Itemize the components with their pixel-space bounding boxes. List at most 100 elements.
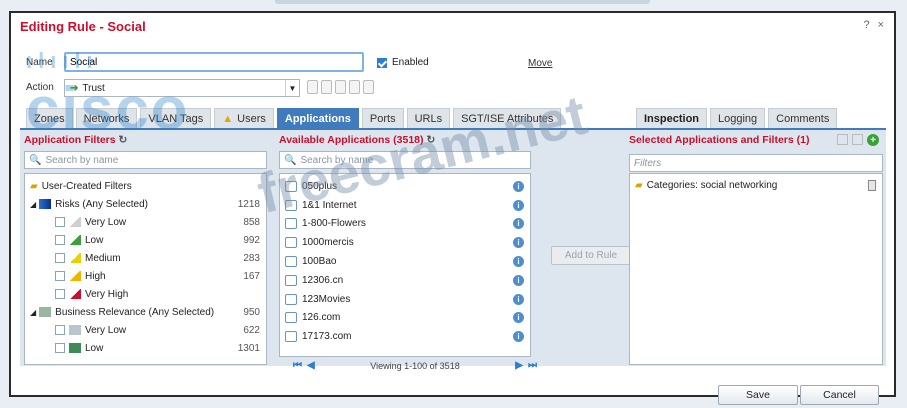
list-item[interactable]: 1000mercis i	[280, 233, 530, 252]
list-item[interactable]: ◢ Business Relevance (Any Selected) 950	[25, 303, 266, 321]
list-item[interactable]: Very High	[25, 285, 266, 303]
list-item[interactable]: Very Low 622	[25, 321, 266, 339]
info-icon[interactable]: i	[513, 218, 524, 230]
info-icon[interactable]: i	[513, 274, 524, 286]
trash-icon[interactable]	[868, 179, 876, 191]
list-item[interactable]: Medium 283	[25, 249, 266, 267]
info-icon[interactable]: i	[513, 331, 524, 343]
info-icon[interactable]: i	[513, 256, 524, 268]
add-to-rule-button[interactable]: Add to Rule	[551, 246, 631, 265]
tab-zones[interactable]: Zones	[26, 108, 73, 128]
next-page-icon[interactable]: ▶	[515, 360, 523, 371]
info-icon[interactable]: i	[513, 199, 524, 211]
refresh-icon[interactable]: ↻	[426, 134, 435, 146]
filter-label: High	[85, 270, 106, 282]
close-icon[interactable]: ×	[878, 19, 884, 31]
filters-list: ▰ User-Created Filters ◢ Risks (Any Select…	[24, 173, 267, 365]
checkbox[interactable]	[55, 235, 65, 245]
app-name: 1-800-Flowers	[302, 218, 366, 230]
checkbox[interactable]	[55, 343, 65, 353]
chevron-down-icon[interactable]: ▼	[285, 80, 299, 96]
list-item[interactable]: Very Low 858	[25, 213, 266, 231]
enabled-label: Enabled	[392, 57, 429, 68]
first-page-icon[interactable]: ⏮	[293, 360, 302, 371]
add-icon[interactable]: +	[867, 134, 879, 146]
file-icon[interactable]	[335, 80, 346, 94]
tab-applications[interactable]: Applications	[276, 108, 359, 128]
tab-label: Applications	[284, 112, 351, 125]
edit-icon[interactable]	[837, 134, 848, 145]
checkbox-icon[interactable]	[377, 57, 387, 68]
tab-inspection[interactable]: Inspection	[636, 108, 708, 128]
tab-sgt-ise[interactable]: SGT/ISE Attributes	[453, 108, 562, 128]
list-item[interactable]: 17173.com i	[280, 327, 530, 346]
tab-users[interactable]: ▲ Users	[214, 108, 274, 128]
name-input[interactable]	[64, 52, 364, 72]
info-icon[interactable]: i	[513, 180, 524, 192]
checkbox[interactable]	[55, 217, 65, 227]
collapse-icon[interactable]: ◢	[30, 308, 36, 317]
tab-networks[interactable]: Networks	[75, 108, 138, 128]
applications-search-input[interactable]: 🔍 Search by name	[279, 151, 531, 169]
filters-search-input[interactable]: 🔍 Search by name	[24, 151, 267, 169]
refresh-icon[interactable]: ↻	[119, 134, 128, 146]
enabled-checkbox[interactable]: Enabled	[377, 57, 429, 68]
filter-count: 283	[243, 252, 260, 264]
document-icon[interactable]	[363, 80, 374, 94]
info-icon[interactable]: i	[513, 293, 524, 305]
move-link[interactable]: Move	[528, 58, 552, 69]
risk-high-icon	[69, 271, 81, 281]
title-controls: ? ×	[863, 19, 884, 31]
list-item[interactable]: ◢ Risks (Any Selected) 1218	[25, 195, 266, 213]
last-page-icon[interactable]: ⏭	[528, 360, 537, 371]
app-name: 123Movies	[302, 293, 351, 305]
filter-count: 1218	[237, 198, 260, 210]
name-label: Name	[26, 57, 53, 68]
tab-logging[interactable]: Logging	[710, 108, 766, 128]
tab-ports[interactable]: Ports	[361, 108, 404, 128]
list-item[interactable]: 12306.cn i	[280, 271, 530, 290]
tab-comments[interactable]: Comments	[768, 108, 838, 128]
list-item[interactable]: 1-800-Flowers i	[280, 215, 530, 234]
list-item[interactable]: 123Movies i	[280, 290, 530, 309]
folder-icon: ▰	[30, 180, 38, 192]
pager: ⏮ ◀ Viewing 1-100 of 3518 ▶ ⏭	[289, 358, 541, 373]
list-item[interactable]: Low 992	[25, 231, 266, 249]
checkbox[interactable]	[55, 289, 65, 299]
list-item[interactable]: 1&1 Internet i	[280, 196, 530, 215]
action-select[interactable]: ➜ Trust ▼	[64, 79, 300, 97]
filter-label: Medium	[85, 252, 121, 264]
list-item[interactable]: 050plus i	[280, 177, 530, 196]
rule-tabs-right: Inspection Logging Comments	[636, 108, 838, 128]
folder-icon[interactable]	[852, 134, 863, 145]
list-item[interactable]: 126.com i	[280, 309, 530, 328]
pager-text: Viewing 1-100 of 3518	[370, 360, 460, 371]
prev-page-icon[interactable]: ◀	[307, 360, 315, 371]
checkbox[interactable]	[55, 271, 65, 281]
list-item[interactable]: 100Bao i	[280, 252, 530, 271]
app-name: 12306.cn	[302, 274, 344, 286]
filter-label: Risks (Any Selected)	[55, 198, 148, 210]
list-item[interactable]: ▰ User-Created Filters	[25, 177, 266, 195]
checkbox[interactable]	[55, 325, 65, 335]
list-item[interactable]: High 167	[25, 267, 266, 285]
list-item[interactable]: ▰ Categories: social networking	[630, 176, 882, 194]
tab-vlan-tags[interactable]: VLAN Tags	[140, 108, 212, 128]
info-icon[interactable]: i	[513, 237, 524, 249]
filter-icon: ▰	[635, 179, 643, 191]
list-item[interactable]: Low 1301	[25, 339, 266, 357]
info-icon[interactable]: i	[513, 312, 524, 324]
filter-label: Very High	[85, 288, 129, 300]
log-icon[interactable]	[349, 80, 360, 94]
tab-urls[interactable]: URLs	[406, 108, 451, 128]
policy-icon[interactable]	[321, 80, 332, 94]
checkbox[interactable]	[55, 253, 65, 263]
shield-icon[interactable]	[307, 80, 318, 94]
filter-count: 167	[243, 270, 260, 282]
cancel-button[interactable]: Cancel	[800, 385, 879, 405]
selected-filters-input[interactable]: Filters	[629, 154, 883, 172]
help-icon[interactable]: ?	[863, 19, 869, 31]
collapse-icon[interactable]: ◢	[30, 200, 36, 209]
save-button[interactable]: Save	[718, 385, 798, 405]
risk-icon	[39, 199, 52, 209]
